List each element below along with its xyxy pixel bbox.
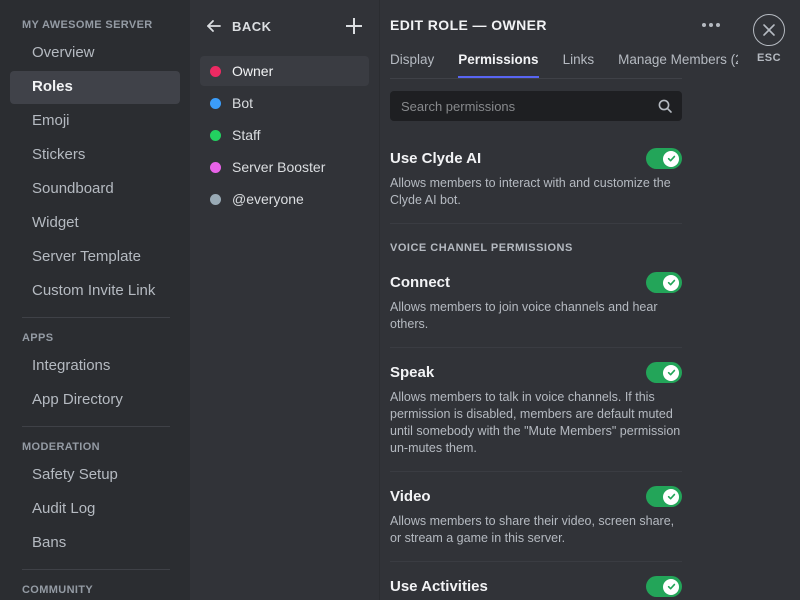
- add-role-button[interactable]: [345, 17, 363, 35]
- permission-name: Speak: [390, 364, 435, 381]
- role-name-label: @everyone: [232, 191, 304, 207]
- role-name-label: Bot: [232, 95, 254, 111]
- tab-display[interactable]: Display: [390, 52, 434, 78]
- sidebar-item-overview[interactable]: Overview: [10, 37, 180, 70]
- sidebar-item-integrations[interactable]: Integrations: [10, 350, 180, 383]
- tab-permissions[interactable]: Permissions: [458, 52, 539, 78]
- permission-toggle[interactable]: [646, 148, 682, 169]
- permissions-list: Use Clyde AI Allows members to interact w…: [390, 134, 738, 600]
- permission-toggle[interactable]: [646, 362, 682, 383]
- permission-row-header: Speak: [390, 362, 682, 383]
- search-permissions-wrapper: Search permissions: [390, 79, 738, 121]
- permission-row: Use Clyde AI Allows members to interact w…: [390, 134, 722, 223]
- sidebar-item-widget[interactable]: Widget: [10, 207, 180, 240]
- toggle-knob: [663, 274, 679, 291]
- permission-toggle[interactable]: [646, 486, 682, 507]
- sidebar-item-safety-setup[interactable]: Safety Setup: [10, 459, 180, 492]
- role-name-label: Staff: [232, 127, 261, 143]
- permission-row-header: Use Activities: [390, 576, 682, 597]
- permission-description: Allows members to talk in voice channels…: [390, 390, 681, 455]
- permission-description: Allows members to share their video, scr…: [390, 514, 675, 545]
- role-editor-header: EDIT ROLE — OWNER: [390, 0, 738, 36]
- search-placeholder: Search permissions: [401, 98, 516, 114]
- sidebar-item-emoji[interactable]: Emoji: [10, 105, 180, 138]
- role-color-dot: [210, 193, 221, 205]
- sidebar-group-title: APPS: [22, 332, 54, 344]
- sidebar-item-app-directory[interactable]: App Directory: [10, 384, 180, 417]
- sidebar-item-bans[interactable]: Bans: [10, 527, 180, 560]
- toggle-knob: [663, 488, 679, 505]
- close-settings-panel: ESC: [738, 0, 800, 600]
- sidebar-item-server-template[interactable]: Server Template: [10, 241, 180, 274]
- roles-list-panel: BACK Owner Bot Staff Server Booster @everyon…: [190, 0, 380, 600]
- role-editor-panel: EDIT ROLE — OWNER Display Permissions Link…: [380, 0, 738, 600]
- permission-toggle[interactable]: [646, 576, 682, 597]
- back-button-label[interactable]: BACK: [232, 19, 345, 34]
- role-list-item[interactable]: Owner: [200, 56, 369, 86]
- role-name-label: Server Booster: [232, 159, 326, 175]
- role-editor-tabs: Display Permissions Links Manage Members (2…: [390, 44, 738, 78]
- toggle-knob: [663, 578, 679, 595]
- roles-panel-header: BACK: [190, 12, 379, 40]
- permission-row: Speak Allows members to talk in voice cha…: [390, 348, 722, 471]
- sidebar-item-roles[interactable]: Roles: [10, 71, 180, 104]
- search-permissions-input[interactable]: Search permissions: [390, 91, 682, 121]
- sidebar-item-stickers[interactable]: Stickers: [10, 139, 180, 172]
- permission-name: Use Activities: [390, 578, 488, 595]
- close-icon[interactable]: [753, 14, 785, 46]
- voice-permissions-section-label: VOICE CHANNEL PERMISSIONS: [390, 242, 573, 254]
- sidebar-divider: [22, 569, 170, 570]
- role-list-item[interactable]: Bot: [200, 88, 369, 118]
- toggle-knob: [663, 150, 679, 167]
- sidebar-item-soundboard[interactable]: Soundboard: [10, 173, 180, 206]
- sidebar-item-audit-log[interactable]: Audit Log: [10, 493, 180, 526]
- sidebar-divider: [22, 426, 170, 427]
- role-color-dot: [210, 97, 221, 109]
- permission-description: Allows members to join voice channels an…: [390, 300, 658, 331]
- tab-links[interactable]: Links: [563, 52, 595, 78]
- role-color-dot: [210, 129, 221, 141]
- role-color-dot: [210, 65, 221, 77]
- permission-row-header: Video: [390, 486, 682, 507]
- sidebar-group-title: MODERATION: [22, 441, 100, 453]
- permission-row-header: Connect: [390, 272, 682, 293]
- permission-row: Video Allows members to share their video…: [390, 472, 722, 561]
- role-list-item[interactable]: Server Booster: [200, 152, 369, 182]
- sidebar-group-title: MY AWESOME SERVER: [22, 19, 153, 31]
- permission-toggle[interactable]: [646, 272, 682, 293]
- sidebar-group-title: COMMUNITY: [22, 584, 94, 596]
- role-color-dot: [210, 161, 221, 173]
- more-options-icon[interactable]: [702, 23, 720, 27]
- permission-row: Use ActivitiesAllows members to use Acti…: [390, 562, 722, 600]
- role-list-item[interactable]: Staff: [200, 120, 369, 150]
- permission-row: Connect Allows members to join voice chan…: [390, 258, 722, 347]
- permission-description: Allows members to interact with and cust…: [390, 176, 671, 207]
- permission-name: Video: [390, 488, 431, 505]
- sidebar-divider: [22, 317, 170, 318]
- settings-sidebar: MY AWESOME SERVER Overview Roles Emoji Stick…: [0, 0, 190, 600]
- role-list-item[interactable]: @everyone: [200, 184, 369, 214]
- tab-manage-members-2-[interactable]: Manage Members (2): [618, 52, 738, 78]
- permission-name: Use Clyde AI: [390, 150, 482, 167]
- permission-row-header: Use Clyde AI: [390, 148, 682, 169]
- back-arrow-icon[interactable]: [204, 16, 224, 36]
- search-icon: [657, 98, 673, 114]
- sidebar-item-custom-invite-link[interactable]: Custom Invite Link: [10, 275, 180, 308]
- toggle-knob: [663, 364, 679, 381]
- page-title: EDIT ROLE — OWNER: [390, 17, 547, 33]
- esc-label: ESC: [756, 52, 782, 64]
- server-settings-window: MY AWESOME SERVER Overview Roles Emoji Stick…: [0, 0, 800, 600]
- role-name-label: Owner: [232, 63, 274, 79]
- permission-name: Connect: [390, 274, 450, 291]
